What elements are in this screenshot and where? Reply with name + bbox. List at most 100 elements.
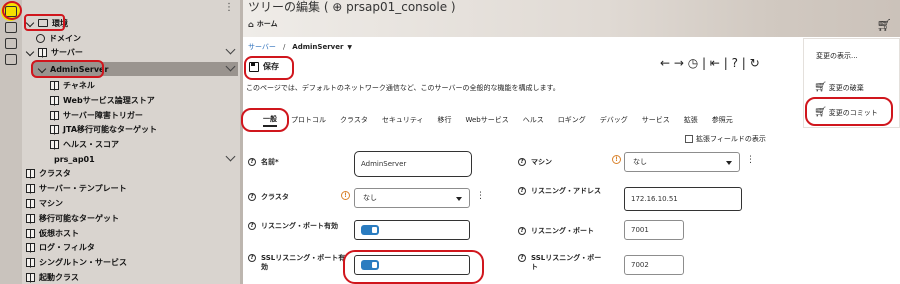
listen-address-label: ? リスニング・アドレス	[518, 187, 608, 196]
chevron-down-icon[interactable]	[225, 44, 236, 55]
listen-address-field[interactable]: 172.16.10.51	[624, 187, 742, 211]
cluster-more-icon[interactable]: ⋮	[476, 191, 485, 201]
ssl-port-label: ? SSLリスニング・ポート	[518, 254, 608, 272]
tree-item-prs-ap01[interactable]: prs_ap01	[42, 152, 95, 166]
cluster-select[interactable]: なし	[354, 188, 470, 208]
grid-icon	[26, 198, 35, 208]
listen-port-field[interactable]: 7001	[624, 220, 684, 240]
chevron-down-icon	[456, 197, 462, 201]
listen-port-enabled-toggle[interactable]	[354, 220, 470, 240]
tree-item-adminserver[interactable]: AdminServer	[38, 62, 108, 76]
security-icon[interactable]	[5, 54, 17, 65]
breadcrumb-servers-link[interactable]: サーバー	[248, 42, 276, 52]
tab-security[interactable]: セキュリティ	[382, 115, 424, 125]
machine-more-icon[interactable]: ⋮	[746, 155, 755, 165]
toggle-switch[interactable]	[361, 260, 379, 270]
warning-icon: !	[341, 191, 350, 200]
tree-item-cluster[interactable]: クラスタ	[26, 166, 71, 180]
listen-port-label: ? リスニング・ポート	[518, 227, 594, 236]
help-icon[interactable]: ?	[518, 187, 526, 195]
chevron-down-icon[interactable]	[26, 48, 35, 57]
save-button[interactable]: 保存	[249, 61, 279, 72]
help-icon[interactable]: ?	[248, 222, 256, 230]
help-icon[interactable]: ?	[518, 158, 526, 166]
tree-item-log-filter[interactable]: ログ・フィルタ	[26, 240, 95, 254]
tree-item-jta-target[interactable]: JTA移行可能なターゲット	[50, 122, 157, 136]
breadcrumb-current[interactable]: AdminServer	[292, 43, 343, 51]
ssl-port-field[interactable]: 7002	[624, 255, 684, 275]
globe-icon	[36, 33, 45, 43]
home-link[interactable]: ⌂ ホーム	[248, 19, 278, 29]
monitoring-icon[interactable]	[5, 38, 17, 49]
chevron-down-icon[interactable]: ▼	[347, 44, 352, 51]
toolbar-navigation[interactable]: ← → ◷ | ⇤ | ? | ↻	[660, 56, 760, 70]
tab-bar: 一般 プロトコル クラスタ セキュリティ 移行 Webサービス ヘルス ロギング…	[243, 112, 803, 128]
tab-references[interactable]: 参照元	[712, 115, 733, 125]
grid-icon	[38, 47, 47, 57]
tab-extension[interactable]: 拡張	[684, 115, 698, 125]
tree-item-migratable-target[interactable]: 移行可能なターゲット	[26, 211, 119, 225]
help-icon[interactable]: ?	[518, 227, 526, 235]
listen-port-enabled-label: ? リスニング・ポート有効	[248, 222, 338, 231]
tab-cluster[interactable]: クラスタ	[340, 115, 368, 125]
extended-fields-checkbox[interactable]	[685, 135, 693, 143]
chevron-down-icon[interactable]	[38, 65, 47, 74]
tree-item-domain[interactable]: ドメイン	[36, 31, 81, 45]
grid-icon	[50, 95, 59, 105]
toggle-switch[interactable]	[361, 225, 379, 235]
chevron-down-icon	[726, 161, 732, 165]
tab-debug[interactable]: デバッグ	[600, 115, 628, 125]
home-icon: ⌂	[248, 19, 254, 29]
chevron-down-icon[interactable]	[225, 151, 236, 162]
save-icon	[249, 61, 259, 72]
help-icon[interactable]: ?	[518, 254, 526, 262]
tab-health[interactable]: ヘルス	[523, 115, 544, 125]
help-icon[interactable]: ?	[248, 193, 256, 201]
machine-select[interactable]: なし	[624, 152, 740, 172]
tree-menu-icon[interactable]: ⋮	[224, 2, 234, 13]
ssl-port-enabled-toggle[interactable]	[354, 255, 470, 275]
chevron-down-icon[interactable]	[26, 19, 35, 28]
tab-general[interactable]: 一般	[263, 114, 277, 127]
tab-protocol[interactable]: プロトコル	[291, 115, 326, 125]
icon-rail	[0, 0, 22, 284]
edit-tree-icon	[5, 6, 17, 17]
changes-menu: 変更の表示... 🛒︎ 変更の破棄 🛒︎ 変更のコミット	[803, 38, 900, 128]
panel-divider[interactable]	[240, 0, 243, 284]
name-label: ? 名前*	[248, 158, 279, 167]
grid-icon	[50, 110, 59, 120]
grid-icon	[26, 272, 35, 282]
menu-item-view-changes[interactable]: 変更の表示...	[816, 51, 858, 61]
tree-item-servers[interactable]: サーバー	[26, 45, 83, 59]
shopping-cart-icon[interactable]: 🛒︎	[877, 18, 892, 32]
tree-item-environment[interactable]: 環境	[26, 16, 68, 30]
grid-icon	[26, 168, 35, 178]
config-view-icon[interactable]	[5, 22, 17, 33]
tree-item-failure-trigger[interactable]: サーバー障害トリガー	[50, 108, 143, 122]
warning-icon: !	[612, 155, 621, 164]
tree-item-machine[interactable]: マシン	[26, 196, 63, 210]
tab-webservice[interactable]: Webサービス	[465, 115, 508, 125]
grid-icon	[26, 242, 35, 252]
breadcrumb-separator: /	[282, 43, 286, 51]
tree-item-startup-class[interactable]: 起動クラス	[26, 270, 79, 284]
extended-fields-toggle[interactable]: 拡張フィールドの表示	[685, 134, 766, 144]
page-description: このページでは、デフォルトのネットワーク通信など、このサーバーの全般的な機能を構…	[246, 84, 560, 92]
tree-item-virtual-host[interactable]: 仮想ホスト	[26, 226, 79, 240]
ssl-port-enabled-label: ? SSLリスニング・ポート有効	[248, 254, 346, 272]
tab-services[interactable]: サービス	[642, 115, 670, 125]
tab-logging[interactable]: ロギング	[558, 115, 586, 125]
tree-item-channel[interactable]: チャネル	[50, 78, 95, 92]
tree-item-singleton-service[interactable]: シングルトン・サービス	[26, 255, 127, 269]
tree-item-server-template[interactable]: サーバー・テンプレート	[26, 181, 127, 195]
help-icon[interactable]: ?	[248, 254, 256, 262]
menu-item-commit-changes[interactable]: 🛒︎ 変更のコミット	[814, 107, 878, 118]
cart-discard-icon: 🛒︎	[814, 82, 827, 93]
tab-migration[interactable]: 移行	[437, 115, 451, 125]
grid-icon	[26, 257, 35, 267]
tree-item-webservice-store[interactable]: Webサービス論理ストア	[50, 93, 155, 107]
tree-item-health-score[interactable]: ヘルス・スコア	[50, 137, 119, 151]
help-icon[interactable]: ?	[248, 158, 256, 166]
name-field[interactable]: AdminServer	[354, 151, 472, 177]
menu-item-discard-changes[interactable]: 🛒︎ 変更の破棄	[814, 82, 864, 93]
